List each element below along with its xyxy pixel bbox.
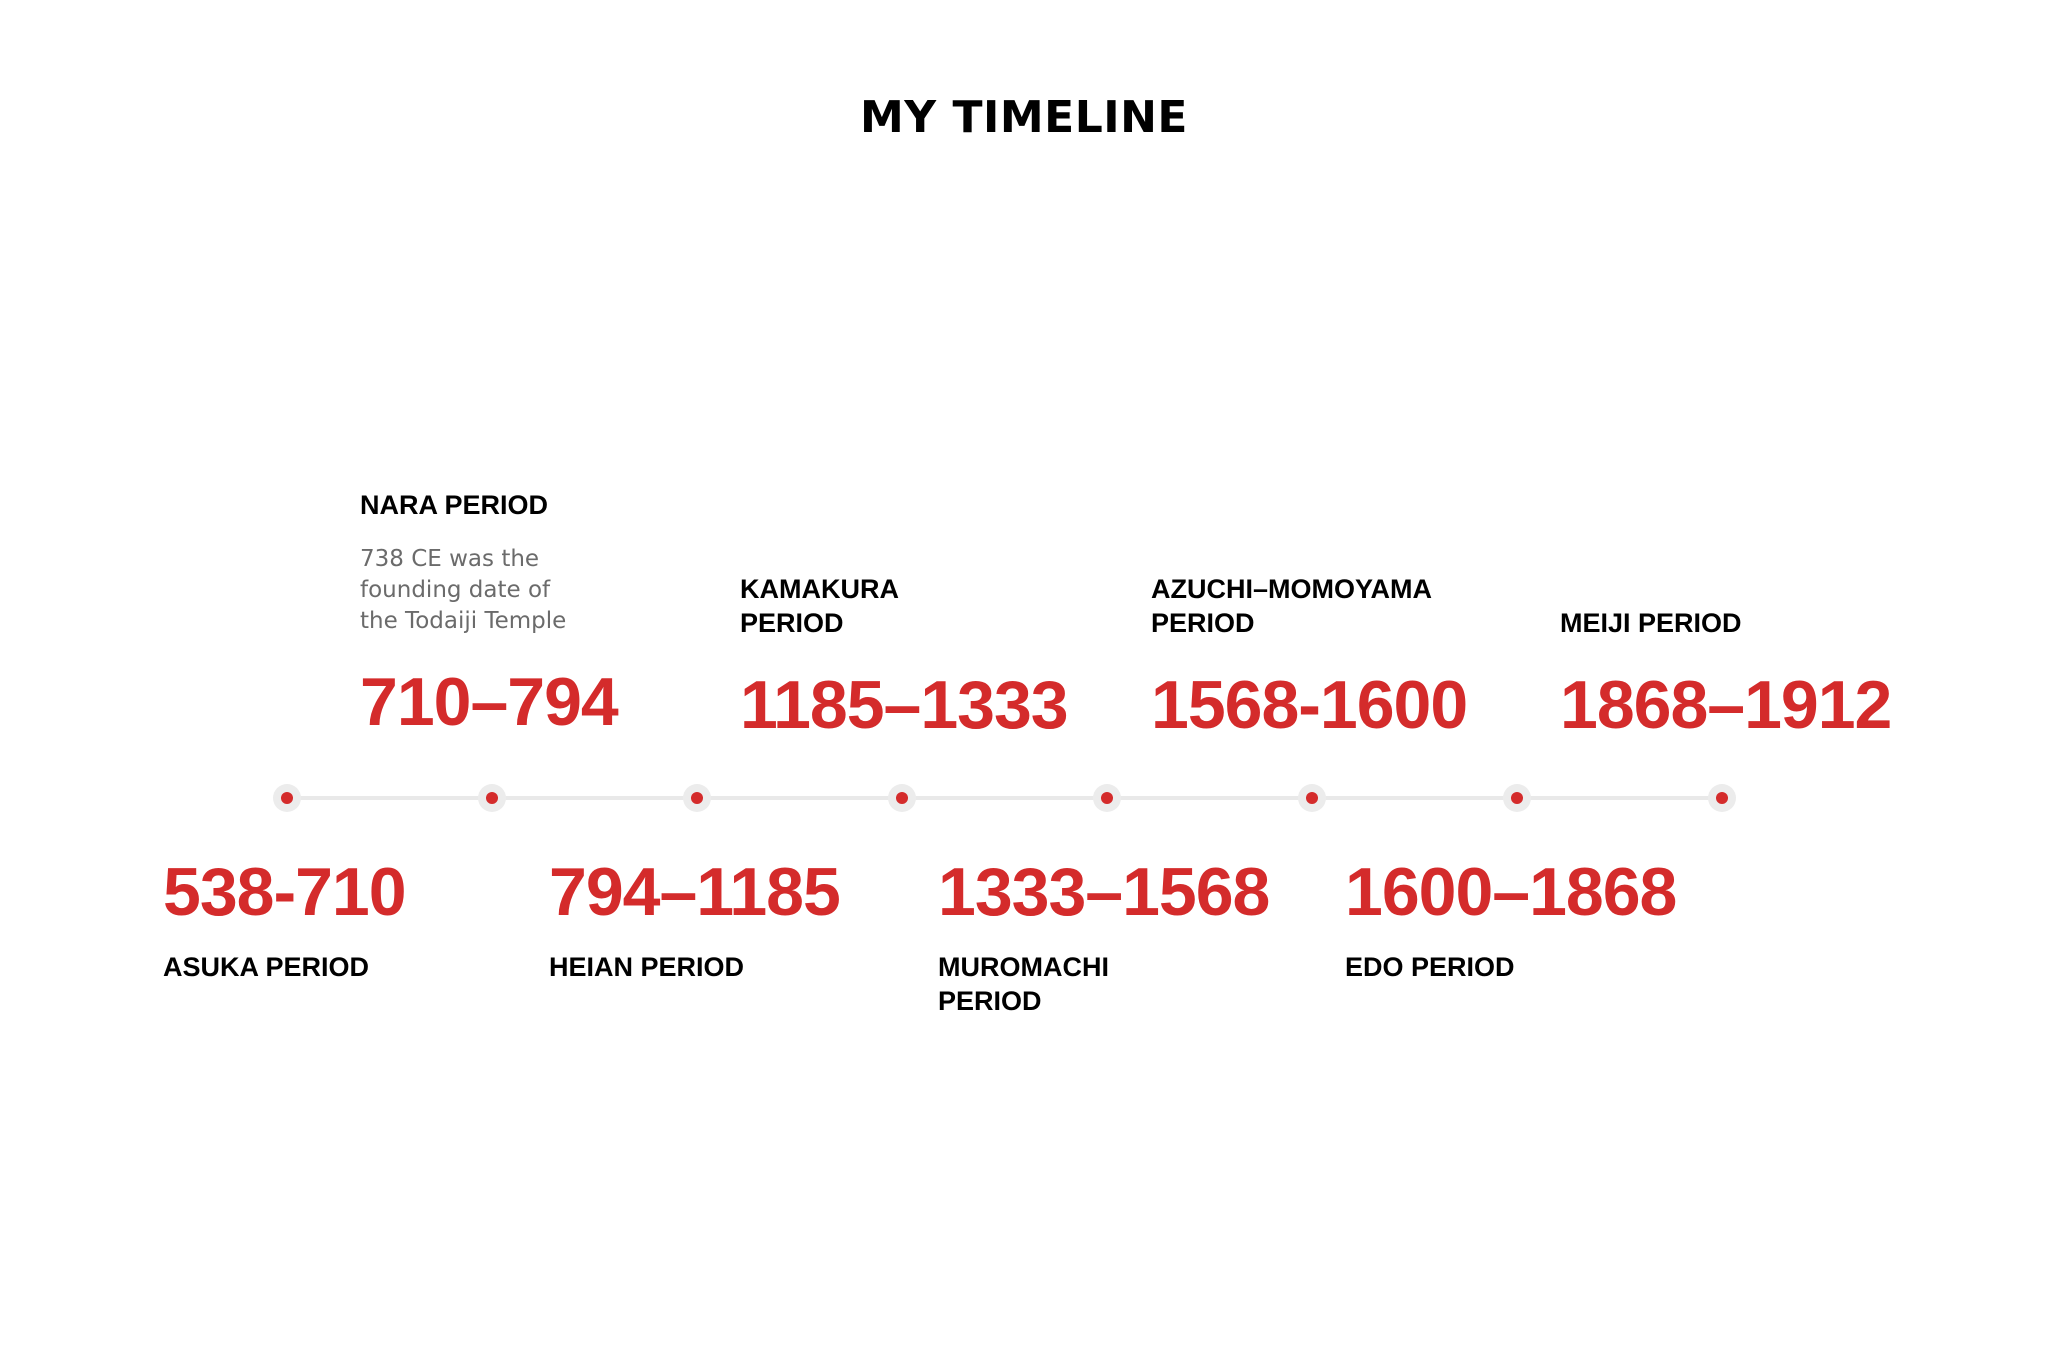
timeline-dot: [1716, 792, 1728, 804]
timeline-entry-heian: 794–1185 HEIAN PERIOD: [549, 854, 841, 984]
timeline-dot: [1306, 792, 1318, 804]
timeline-entry-meiji: MEIJI PERIOD 1868–1912: [1560, 606, 1892, 743]
period-range: 1868–1912: [1560, 667, 1892, 743]
period-range: 1333–1568: [938, 854, 1270, 930]
period-range: 794–1185: [549, 854, 841, 930]
timeline-entry-asuka: 538-710 ASUKA PERIOD: [163, 854, 407, 984]
timeline-dot: [1101, 792, 1113, 804]
period-range: 710–794: [360, 664, 619, 740]
timeline-node: [1503, 784, 1531, 812]
period-label: ASUKA PERIOD: [163, 952, 370, 982]
period-range: 538-710: [163, 854, 407, 930]
timeline-entry-kamakura: KAMAKURA PERIOD 1185–1333: [740, 572, 1069, 743]
period-label: HEIAN PERIOD: [549, 952, 745, 982]
timeline-node: [1298, 784, 1326, 812]
timeline-node: [888, 784, 916, 812]
page-title: MY TIMELINE: [860, 92, 1188, 143]
timeline-entry-edo: 1600–1868 EDO PERIOD: [1345, 854, 1677, 984]
timeline-node: [1093, 784, 1121, 812]
period-range: 1185–1333: [740, 667, 1069, 743]
timeline-dot: [691, 792, 703, 804]
period-label: MUROMACHI PERIOD: [938, 952, 1109, 1016]
timeline-entry-nara: NARA PERIOD 738 CE was the founding date…: [360, 488, 619, 740]
period-range: 1568-1600: [1151, 667, 1468, 743]
timeline-dot: [486, 792, 498, 804]
timeline-dot: [896, 792, 908, 804]
period-label: EDO PERIOD: [1345, 952, 1515, 982]
period-label: NARA PERIOD: [360, 490, 549, 520]
timeline-node: [1708, 784, 1736, 812]
period-label: AZUCHI–MOMOYAMA PERIOD: [1151, 574, 1432, 638]
timeline-node: [273, 784, 301, 812]
timeline-entry-muromachi: 1333–1568 MUROMACHI PERIOD: [938, 854, 1270, 1018]
period-description: 738 CE was the founding date of the Toda…: [360, 546, 567, 634]
timeline-dot: [1511, 792, 1523, 804]
timeline-entry-azuchi-momoyama: AZUCHI–MOMOYAMA PERIOD 1568-1600: [1151, 572, 1491, 739]
timeline-node: [478, 784, 506, 812]
period-label: MEIJI PERIOD: [1560, 608, 1742, 638]
period-label: KAMAKURA PERIOD: [740, 574, 898, 638]
timeline-dot: [281, 792, 293, 804]
timeline-node: [683, 784, 711, 812]
period-range: 1600–1868: [1345, 854, 1677, 930]
